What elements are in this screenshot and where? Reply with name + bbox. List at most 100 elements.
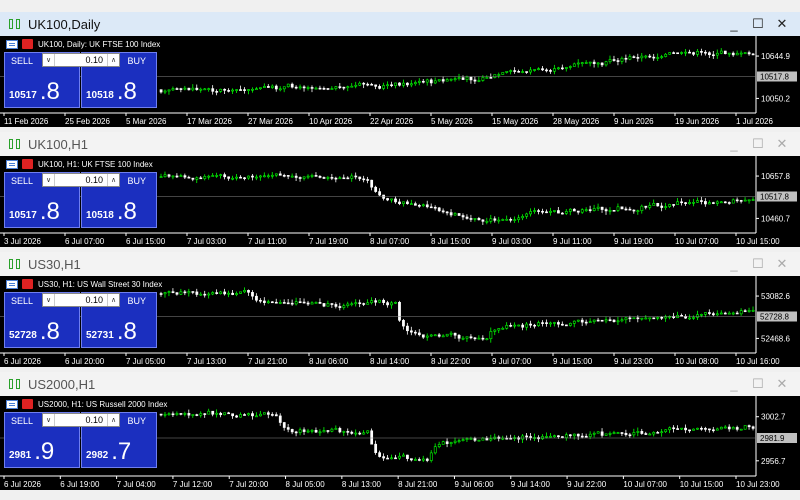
maximize-icon[interactable]: ☐ bbox=[746, 136, 770, 152]
candle-body bbox=[739, 200, 743, 202]
candle-body bbox=[358, 176, 362, 180]
chevron-up-icon[interactable]: ∧ bbox=[107, 54, 119, 66]
one-click-trading-icon[interactable] bbox=[6, 159, 18, 169]
candle-body bbox=[263, 175, 266, 178]
close-icon[interactable]: ✕ bbox=[770, 136, 794, 152]
window-title-bar[interactable]: US2000,H1 _ ☐ ✕ bbox=[0, 372, 800, 396]
candle-body bbox=[568, 434, 572, 437]
lot-size-input[interactable]: 0.10 bbox=[55, 295, 107, 305]
candle-body bbox=[668, 204, 672, 207]
chevron-up-icon[interactable]: ∧ bbox=[107, 414, 119, 426]
candle-body bbox=[576, 62, 580, 65]
minimize-icon[interactable]: _ bbox=[722, 137, 746, 152]
candle-body bbox=[735, 312, 739, 315]
candle-body bbox=[386, 84, 389, 87]
maximize-icon[interactable]: ☐ bbox=[746, 16, 770, 32]
price-chart[interactable]: 10657.8 10460.7 10517.8 3 Jul 2026 6 Jul 07:… bbox=[0, 156, 800, 247]
chart-window[interactable]: UK100,H1 _ ☐ ✕ 10657.8 10460.7 10517.8 3 Jul 20… bbox=[0, 132, 800, 247]
maximize-icon[interactable]: ☐ bbox=[746, 256, 770, 272]
candle-body bbox=[378, 86, 382, 89]
market-depth-icon[interactable] bbox=[22, 399, 33, 409]
bid-price-main: 10517 bbox=[9, 90, 37, 101]
lot-size-input[interactable]: 0.10 bbox=[55, 175, 107, 185]
close-icon[interactable]: ✕ bbox=[770, 16, 794, 32]
candle-body bbox=[421, 334, 425, 338]
candle-body bbox=[429, 334, 433, 337]
window-title-bar[interactable]: US30,H1 _ ☐ ✕ bbox=[0, 252, 800, 276]
lot-size-input[interactable]: 0.10 bbox=[55, 55, 107, 65]
candle-body bbox=[549, 435, 552, 438]
candle-body bbox=[223, 412, 227, 416]
window-title-bar[interactable]: UK100,H1 _ ☐ ✕ bbox=[0, 132, 800, 156]
candle-body bbox=[731, 312, 735, 315]
chart-window[interactable]: US30,H1 _ ☐ ✕ 53082.6 52468.6 52728.8 6 Jul 202… bbox=[0, 252, 800, 367]
buy-label: BUY bbox=[127, 176, 146, 186]
time-tick-label: 10 Jul 15:00 bbox=[680, 480, 724, 489]
candle-body bbox=[227, 412, 231, 415]
chevron-down-icon[interactable]: ∨ bbox=[43, 174, 55, 186]
candle-body bbox=[700, 314, 703, 316]
candle-body bbox=[501, 327, 505, 330]
close-icon[interactable]: ✕ bbox=[770, 256, 794, 272]
candle-body bbox=[342, 86, 346, 89]
candle-body bbox=[708, 202, 711, 205]
chart-window[interactable]: UK100,Daily _ ☐ ✕ 10644.9 10050.2 10517.8 11 Fe… bbox=[0, 12, 800, 127]
candle-body bbox=[394, 457, 397, 460]
candle-body bbox=[382, 456, 385, 459]
candle-body bbox=[179, 175, 183, 178]
candle-body bbox=[473, 337, 477, 340]
candle-body bbox=[723, 201, 727, 204]
price-chart[interactable]: 53082.6 52468.6 52728.8 6 Jul 2026 6 Jul 20:… bbox=[0, 276, 800, 367]
window-title-bar[interactable]: UK100,Daily _ ☐ ✕ bbox=[0, 12, 800, 36]
candle-body bbox=[572, 320, 576, 324]
candle-body bbox=[171, 175, 175, 178]
candle-body bbox=[322, 303, 326, 307]
one-click-trading-icon[interactable] bbox=[6, 39, 18, 49]
price-chart[interactable]: 3002.7 2956.7 2981.9 6 Jul 2026 6 Jul 19:00 7… bbox=[0, 396, 800, 490]
candle-body bbox=[684, 202, 687, 204]
candle-body bbox=[549, 210, 552, 213]
candle-body bbox=[481, 219, 485, 222]
chart-window[interactable]: US2000,H1 _ ☐ ✕ 3002.7 2956.7 2981.9 6 Jul 2026… bbox=[0, 372, 800, 490]
lot-size-input[interactable]: 0.10 bbox=[55, 415, 107, 425]
candle-body bbox=[326, 303, 330, 307]
candle-body bbox=[330, 88, 334, 90]
candle-body bbox=[608, 319, 612, 322]
market-depth-icon[interactable] bbox=[22, 279, 33, 289]
candle-body bbox=[445, 441, 449, 444]
candle-body bbox=[413, 459, 417, 461]
candle-body bbox=[525, 323, 529, 328]
maximize-icon[interactable]: ☐ bbox=[746, 376, 770, 392]
candle-body bbox=[600, 431, 604, 436]
chevron-up-icon[interactable]: ∧ bbox=[107, 174, 119, 186]
lot-size-stepper[interactable]: ∨ 0.10 ∧ bbox=[42, 53, 120, 67]
candle-body bbox=[727, 426, 731, 430]
minimize-icon[interactable]: _ bbox=[722, 257, 746, 272]
lot-size-stepper[interactable]: ∨ 0.10 ∧ bbox=[42, 173, 120, 187]
price-tick-label: 2956.7 bbox=[761, 457, 786, 466]
chevron-up-icon[interactable]: ∧ bbox=[107, 294, 119, 306]
chevron-down-icon[interactable]: ∨ bbox=[43, 414, 55, 426]
candle-body bbox=[179, 88, 183, 90]
close-icon[interactable]: ✕ bbox=[770, 376, 794, 392]
price-chart[interactable]: 10644.9 10050.2 10517.8 11 Feb 2026 25 Feb 2… bbox=[0, 36, 800, 127]
minimize-icon[interactable]: _ bbox=[722, 17, 746, 32]
market-depth-icon[interactable] bbox=[22, 159, 33, 169]
candle-body bbox=[282, 175, 286, 177]
one-click-trading-icon[interactable] bbox=[6, 279, 18, 289]
one-click-trading-icon[interactable] bbox=[6, 399, 18, 409]
candle-body bbox=[290, 302, 294, 305]
candlestick-icon bbox=[8, 377, 22, 391]
chevron-down-icon[interactable]: ∨ bbox=[43, 54, 55, 66]
candle-body bbox=[263, 300, 266, 303]
candle-body bbox=[473, 79, 477, 82]
candle-body bbox=[231, 413, 234, 417]
minimize-icon[interactable]: _ bbox=[722, 377, 746, 392]
one-click-trade-panel: SELL 10517.8 BUY 10518.8 ∨ 0.10 ∧ bbox=[4, 52, 157, 108]
time-tick-label: 25 Feb 2026 bbox=[65, 117, 110, 126]
lot-size-stepper[interactable]: ∨ 0.10 ∧ bbox=[42, 293, 120, 307]
chevron-down-icon[interactable]: ∨ bbox=[43, 294, 55, 306]
lot-size-stepper[interactable]: ∨ 0.10 ∧ bbox=[42, 413, 120, 427]
candle-body bbox=[612, 432, 616, 434]
market-depth-icon[interactable] bbox=[22, 39, 33, 49]
